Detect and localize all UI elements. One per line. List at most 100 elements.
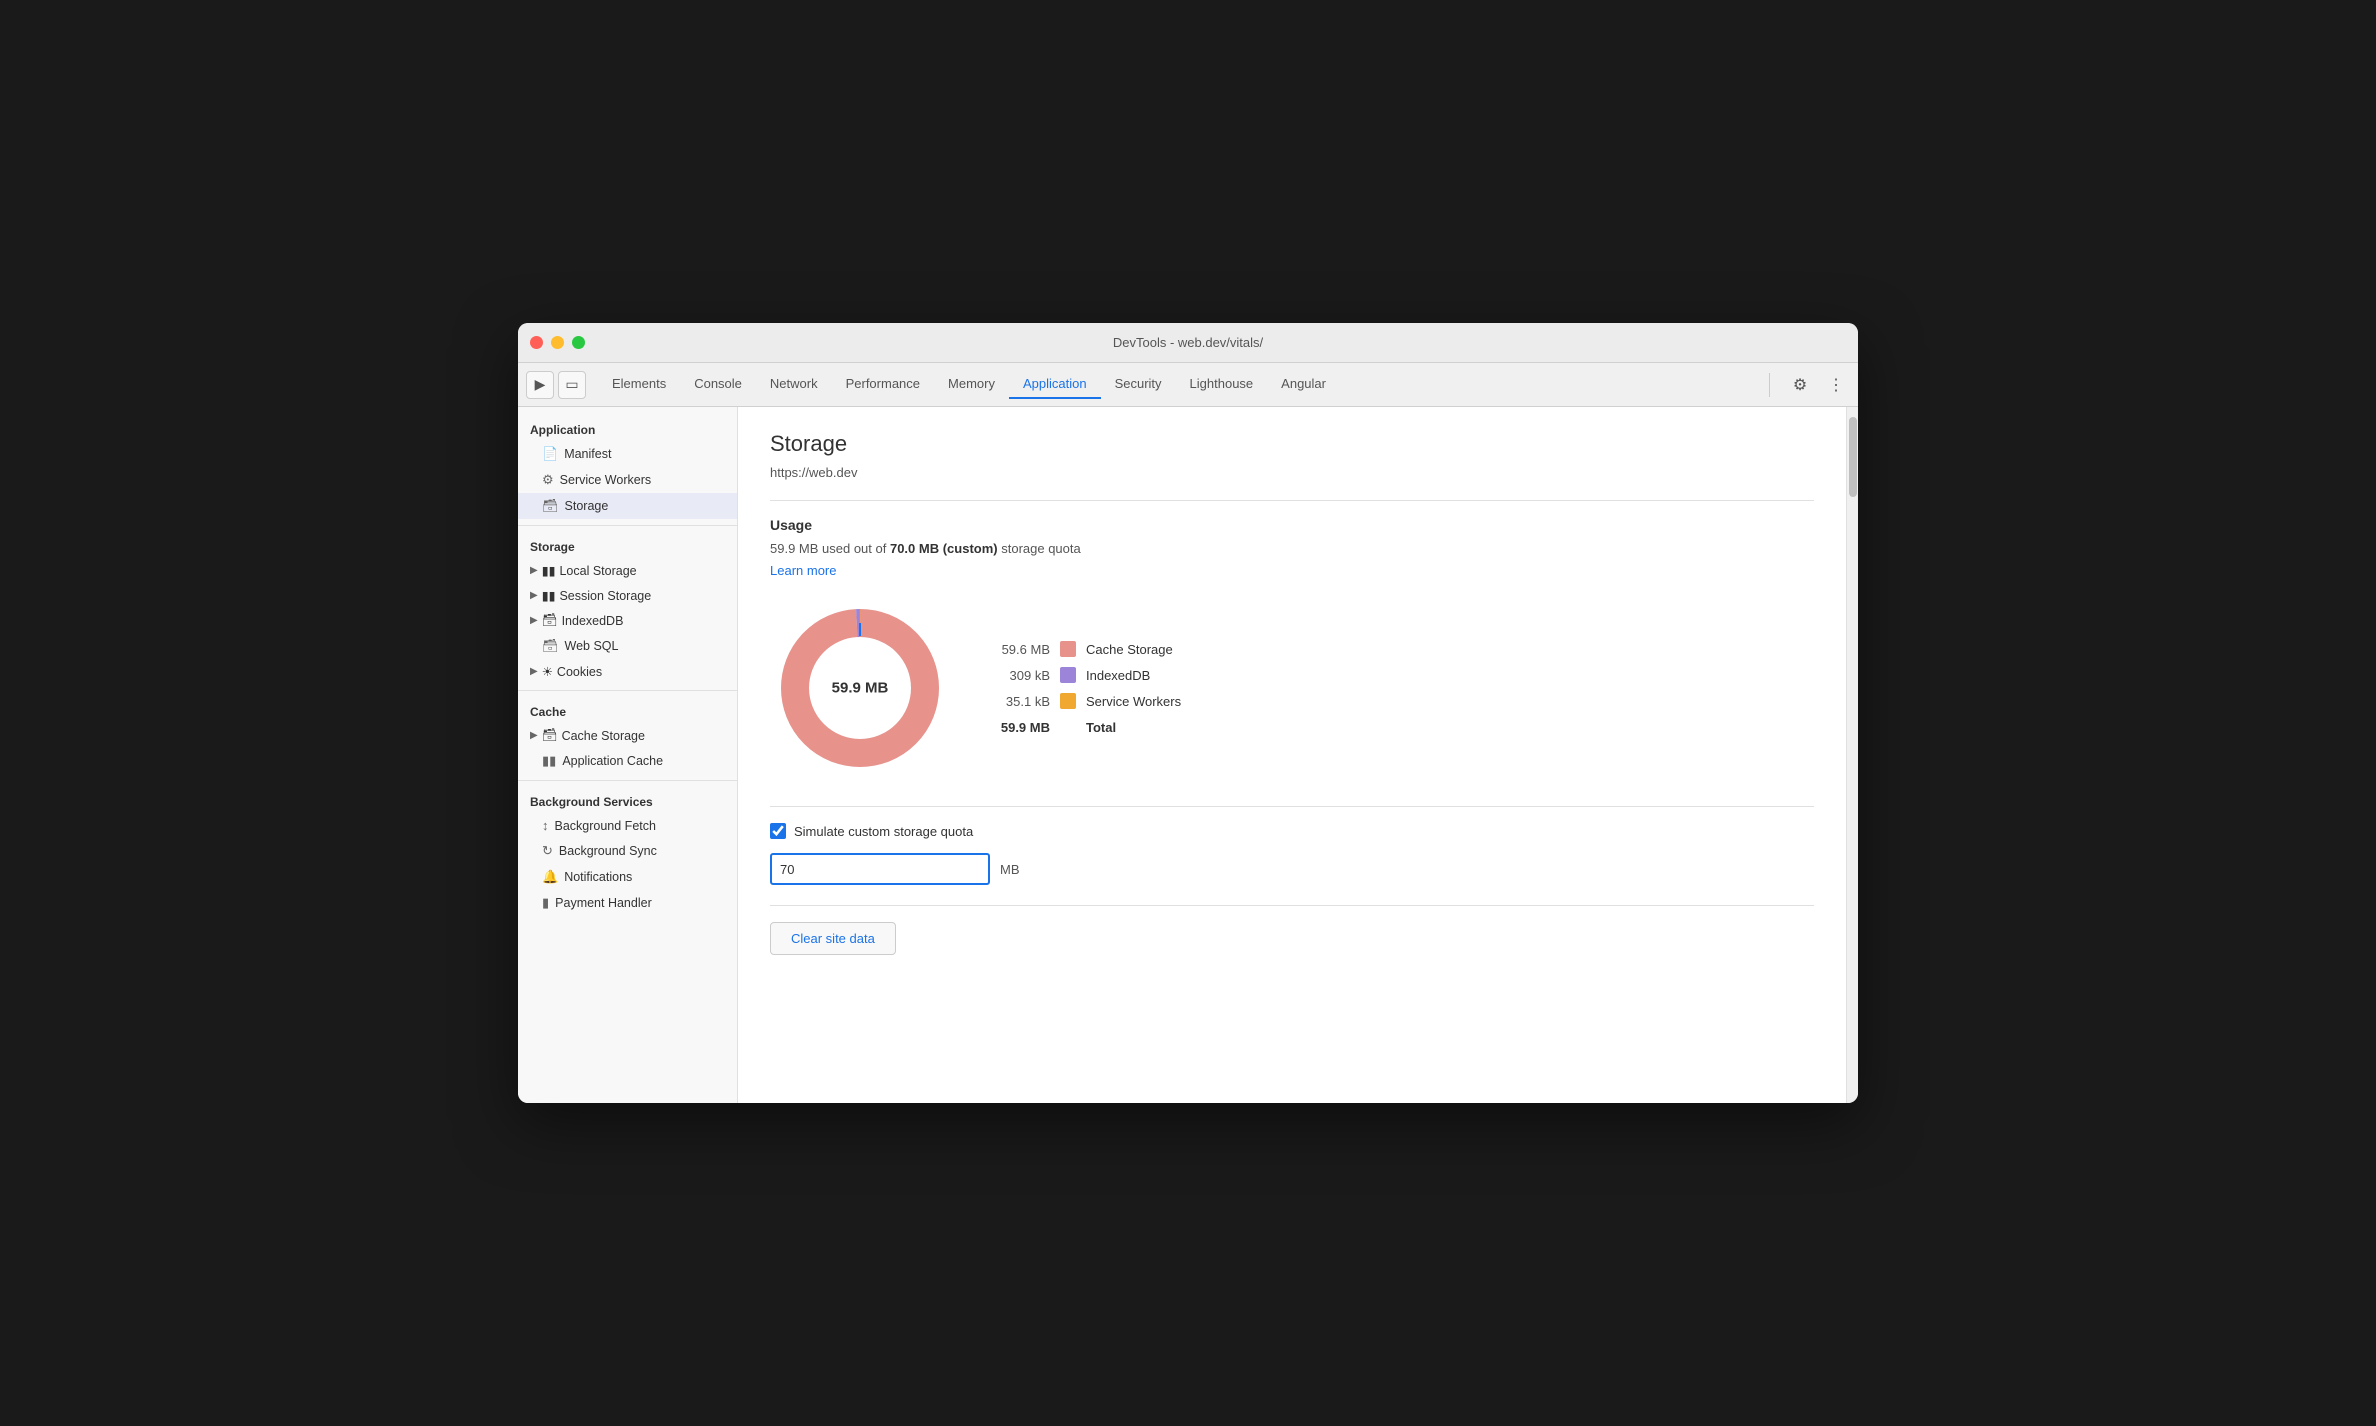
sidebar-item-session-storage[interactable]: ▶ ▮▮ Session Storage — [518, 583, 737, 608]
usage-section-title: Usage — [770, 517, 1814, 533]
sidebar-item-background-sync-label: Background Sync — [559, 844, 657, 858]
tab-list: Elements Console Network Performance Mem… — [598, 370, 1761, 399]
chart-legend: 59.6 MB Cache Storage 309 kB IndexedDB 3… — [990, 641, 1181, 735]
session-storage-icon: ▮▮ — [542, 588, 556, 603]
usage-text: 59.9 MB used out of 70.0 MB (custom) sto… — [770, 541, 1814, 556]
legend-dot-total — [1060, 719, 1076, 735]
tab-angular[interactable]: Angular — [1267, 370, 1340, 399]
sidebar-item-background-sync[interactable]: ↻ Background Sync — [518, 838, 737, 864]
sidebar-section-storage: Storage — [518, 532, 737, 558]
usage-suffix: storage quota — [998, 541, 1081, 556]
toolbar-icons: ▶ ▭ — [526, 371, 586, 399]
chart-area: 59.9 MB 59.6 MB Cache Storage 309 kB Ind… — [770, 598, 1814, 778]
usage-prefix: 59.9 MB used out of — [770, 541, 890, 556]
divider-3 — [770, 905, 1814, 906]
close-button[interactable] — [530, 336, 543, 349]
quota-unit: MB — [1000, 862, 1020, 877]
devtools-window: DevTools - web.dev/vitals/ ▶ ▭ Elements … — [518, 323, 1858, 1103]
sidebar-item-storage[interactable]: 🗃 Storage — [518, 493, 737, 519]
legend-label-indexeddb: IndexedDB — [1086, 668, 1150, 683]
clear-site-data-button[interactable]: Clear site data — [770, 922, 896, 955]
local-storage-icon: ▮▮ — [542, 563, 556, 578]
sidebar-item-cache-storage-label: Cache Storage — [562, 729, 645, 743]
tab-application[interactable]: Application — [1009, 370, 1101, 399]
expand-arrow-indexeddb: ▶ — [530, 615, 538, 626]
toolbar: ▶ ▭ Elements Console Network Performance… — [518, 363, 1858, 407]
legend-item-service-workers: 35.1 kB Service Workers — [990, 693, 1181, 709]
toolbar-separator — [1769, 373, 1770, 397]
more-icon[interactable]: ⋮ — [1822, 371, 1850, 399]
application-cache-icon: ▮▮ — [542, 753, 556, 769]
checkbox-row: Simulate custom storage quota — [770, 823, 1814, 839]
sidebar-item-notifications-label: Notifications — [564, 870, 632, 884]
donut-chart: 59.9 MB — [770, 598, 950, 778]
tab-performance[interactable]: Performance — [832, 370, 934, 399]
notifications-icon: 🔔 — [542, 869, 558, 885]
legend-item-total: 59.9 MB Total — [990, 719, 1181, 735]
sidebar-item-session-storage-label: Session Storage — [559, 589, 651, 603]
page-title: Storage — [770, 431, 1814, 457]
service-workers-icon: ⚙ — [542, 472, 554, 488]
cache-storage-icon: 🗃 — [542, 728, 558, 743]
tab-security[interactable]: Security — [1101, 370, 1176, 399]
sidebar-item-manifest[interactable]: 📄 Manifest — [518, 441, 737, 467]
sidebar-item-indexeddb[interactable]: ▶ 🗃 IndexedDB — [518, 608, 737, 633]
scrollbar-track[interactable] — [1846, 407, 1858, 1103]
content-panel: Storage https://web.dev Usage 59.9 MB us… — [738, 407, 1846, 1103]
sidebar-divider-3 — [518, 780, 737, 781]
indexeddb-icon: 🗃 — [542, 613, 558, 628]
main-area: Application 📄 Manifest ⚙ Service Workers… — [518, 407, 1858, 1103]
sidebar-item-background-fetch[interactable]: ↕ Background Fetch — [518, 813, 737, 838]
sidebar-section-bg-services: Background Services — [518, 787, 737, 813]
usage-bold: 70.0 MB (custom) — [890, 541, 998, 556]
sidebar-item-cookies[interactable]: ▶ ☀ Cookies — [518, 659, 737, 684]
sidebar: Application 📄 Manifest ⚙ Service Workers… — [518, 407, 738, 1103]
cursor-icon[interactable]: ▶ — [526, 371, 554, 399]
legend-dot-cache-storage — [1060, 641, 1076, 657]
scrollbar-thumb[interactable] — [1849, 417, 1857, 497]
background-sync-icon: ↻ — [542, 843, 553, 859]
tab-elements[interactable]: Elements — [598, 370, 680, 399]
sidebar-item-web-sql-label: Web SQL — [565, 639, 619, 653]
legend-value-total: 59.9 MB — [990, 720, 1050, 735]
tab-lighthouse[interactable]: Lighthouse — [1176, 370, 1268, 399]
device-icon[interactable]: ▭ — [558, 371, 586, 399]
legend-dot-service-workers — [1060, 693, 1076, 709]
legend-dot-indexeddb — [1060, 667, 1076, 683]
quota-input[interactable] — [770, 853, 990, 885]
sidebar-item-application-cache[interactable]: ▮▮ Application Cache — [518, 748, 737, 774]
tab-network[interactable]: Network — [756, 370, 832, 399]
sidebar-section-application: Application — [518, 415, 737, 441]
maximize-button[interactable] — [572, 336, 585, 349]
sidebar-item-payment-handler[interactable]: ▮ Payment Handler — [518, 890, 737, 916]
expand-arrow-cache-storage: ▶ — [530, 730, 538, 741]
simulate-quota-checkbox[interactable] — [770, 823, 786, 839]
sidebar-item-application-cache-label: Application Cache — [562, 754, 663, 768]
expand-arrow-cookies: ▶ — [530, 666, 538, 677]
sidebar-item-manifest-label: Manifest — [564, 447, 611, 461]
sidebar-section-cache: Cache — [518, 697, 737, 723]
payment-handler-icon: ▮ — [542, 895, 549, 911]
sidebar-item-cache-storage[interactable]: ▶ 🗃 Cache Storage — [518, 723, 737, 748]
page-url: https://web.dev — [770, 465, 1814, 480]
legend-label-service-workers: Service Workers — [1086, 694, 1181, 709]
tab-console[interactable]: Console — [680, 370, 756, 399]
titlebar: DevTools - web.dev/vitals/ — [518, 323, 1858, 363]
donut-center-label: 59.9 MB — [832, 680, 889, 697]
minimize-button[interactable] — [551, 336, 564, 349]
learn-more-link[interactable]: Learn more — [770, 563, 836, 578]
sidebar-item-web-sql[interactable]: 🗃 Web SQL — [518, 633, 737, 659]
toolbar-right: ⚙ ⋮ — [1786, 371, 1850, 399]
quota-input-row: MB — [770, 853, 1814, 885]
settings-icon[interactable]: ⚙ — [1786, 371, 1814, 399]
sidebar-item-service-workers[interactable]: ⚙ Service Workers — [518, 467, 737, 493]
expand-arrow-session-storage: ▶ — [530, 590, 538, 601]
sidebar-item-local-storage[interactable]: ▶ ▮▮ Local Storage — [518, 558, 737, 583]
legend-label-cache-storage: Cache Storage — [1086, 642, 1173, 657]
simulate-quota-label[interactable]: Simulate custom storage quota — [794, 824, 973, 839]
tab-memory[interactable]: Memory — [934, 370, 1009, 399]
manifest-icon: 📄 — [542, 446, 558, 462]
storage-icon: 🗃 — [542, 498, 559, 514]
sidebar-item-notifications[interactable]: 🔔 Notifications — [518, 864, 737, 890]
cookies-icon: ☀ — [542, 664, 553, 679]
